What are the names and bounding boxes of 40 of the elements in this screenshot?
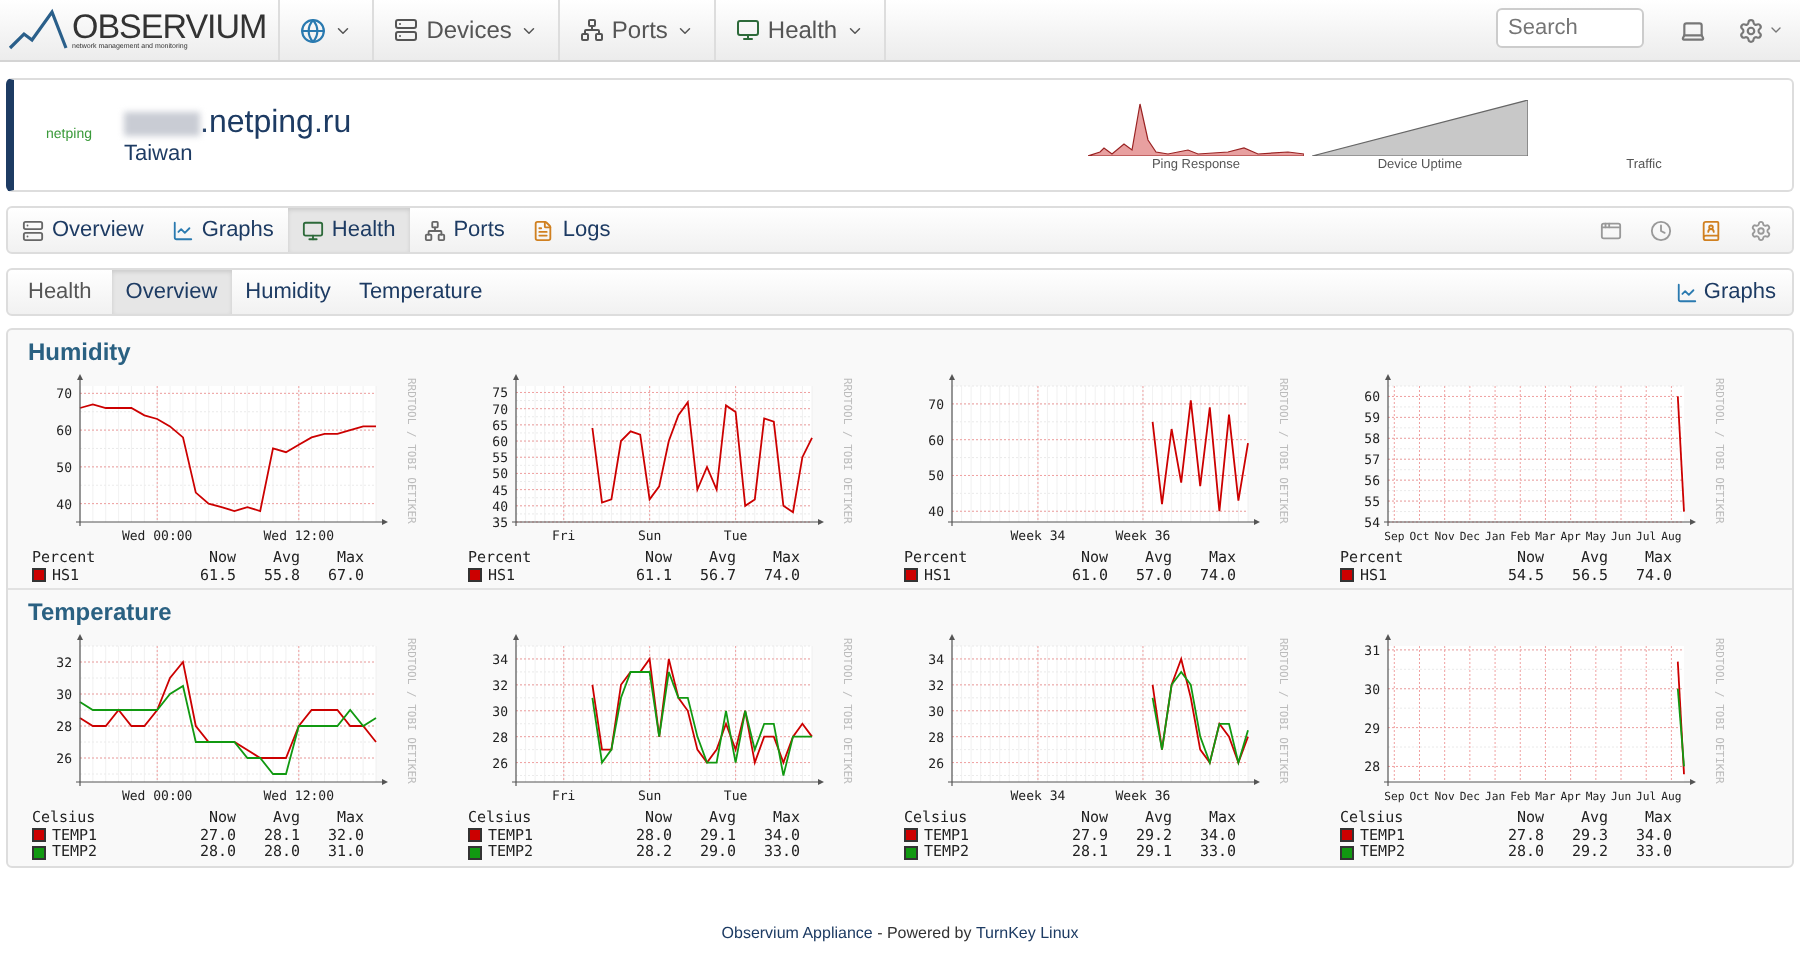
server-icon	[394, 18, 419, 42]
footer-link[interactable]: TurnKey Linux	[975, 923, 1079, 941]
globe-icon	[300, 17, 327, 43]
footer-text: - Powered by	[875, 923, 974, 941]
monitor-icon	[301, 219, 324, 241]
tab[interactable]: Overview	[8, 208, 158, 252]
server-icon	[22, 219, 44, 241]
chart-icon	[171, 219, 194, 241]
nav-menu[interactable]: Health	[715, 0, 886, 60]
caret-icon	[1768, 22, 1784, 38]
settings-icon[interactable]	[1750, 219, 1772, 241]
window-icon[interactable]	[1600, 219, 1622, 241]
chart-icon	[1675, 281, 1698, 303]
tab[interactable]: Graphs	[157, 208, 288, 252]
graphs-link[interactable]: Graphs	[1675, 270, 1792, 314]
network-icon	[579, 18, 604, 42]
subnav-title: Health	[26, 278, 94, 308]
tab[interactable]: Logs	[518, 208, 625, 252]
mountain-logo-icon	[8, 8, 68, 52]
logo-text: OBSERVIUM	[72, 9, 267, 44]
contact-icon[interactable]	[1700, 219, 1722, 241]
footer-link[interactable]: Observium Appliance	[721, 923, 873, 941]
device-hostname[interactable]: .netping.ru	[200, 105, 352, 141]
monitor-icon	[735, 18, 760, 42]
clock-icon[interactable]	[1650, 219, 1672, 241]
tab[interactable]: Health	[287, 208, 410, 252]
laptop-icon	[1680, 17, 1706, 43]
device-location: Taiwan	[124, 141, 195, 165]
gear-icon	[1738, 17, 1764, 43]
document-icon	[532, 219, 555, 241]
tab[interactable]: Ports	[409, 208, 519, 252]
network-icon	[423, 219, 446, 241]
nav-menu[interactable]: Devices	[374, 0, 560, 60]
search-field[interactable]: Search	[1496, 8, 1644, 48]
section-title: Temperature	[28, 598, 174, 626]
subnav-tab[interactable]: Overview	[111, 270, 232, 314]
nav-menu[interactable]: Ports	[559, 0, 716, 60]
subnav-tab[interactable]: Temperature	[344, 270, 497, 314]
subnav-tab[interactable]: Humidity	[231, 270, 345, 314]
section-title: Humidity	[28, 338, 133, 366]
